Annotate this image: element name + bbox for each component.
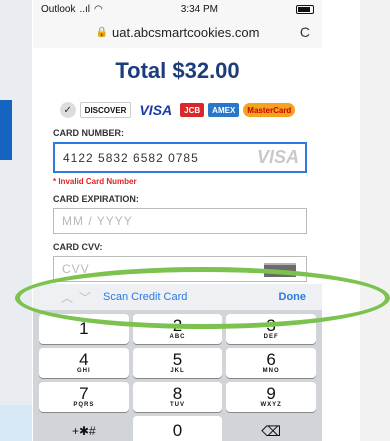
key-letters: DEF	[263, 334, 279, 340]
key-7[interactable]: 7 PQRS	[39, 382, 129, 412]
key-9[interactable]: 9 WXYZ	[226, 382, 316, 412]
previous-field-icon[interactable]: ︿	[61, 289, 73, 306]
background-right-panel	[360, 0, 390, 441]
card-number-label: CARD NUMBER:	[53, 128, 124, 138]
key-4[interactable]: 4 GHI	[39, 348, 129, 378]
key-8[interactable]: 8 TUV	[132, 382, 223, 412]
order-total: Total $32.00	[115, 58, 240, 83]
card-expiration-input[interactable]: MM / YYYY	[53, 208, 307, 234]
card-number-error: * Invalid Card Number	[53, 177, 137, 186]
status-time: 3:34 PM	[180, 3, 218, 15]
card-expiration-placeholder: MM / YYYY	[62, 214, 133, 228]
card-brand-visa-icon: VISA	[256, 147, 299, 167]
key-digit: 9	[266, 384, 276, 403]
key-6[interactable]: 6 MNO	[226, 348, 316, 378]
key-letters: PQRS	[73, 402, 95, 408]
keyboard-accessory-bar: ︿ ﹀ Scan Credit Card Done	[33, 284, 322, 310]
done-button[interactable]: Done	[279, 291, 307, 303]
key-symbols[interactable]: +✱#	[39, 416, 129, 441]
key-digit: 3	[266, 316, 276, 335]
key-letters: WXYZ	[260, 402, 282, 408]
battery-icon	[295, 4, 314, 14]
background-left-panel	[0, 0, 32, 441]
url-domain: uat.abcsmartcookies.com	[112, 24, 260, 40]
scan-credit-card-button[interactable]: Scan Credit Card	[103, 291, 187, 303]
card-cvv-label: CARD CVV:	[53, 242, 103, 252]
outlook-back-link[interactable]: Outlook	[41, 4, 75, 15]
key-digit: 1	[79, 319, 89, 338]
key-letters: MNO	[262, 368, 280, 374]
phone-screen: Outlook ..ıl ◠ 3:34 PM 🔒 uat.abcsmartcoo…	[33, 0, 322, 441]
cvv-card-icon	[264, 263, 296, 277]
accepted-cards: ✓ DISCOVER VISA JCB AMEX MasterCard	[33, 102, 322, 118]
wifi-icon: ◠	[94, 3, 103, 15]
key-digit: 7	[79, 384, 89, 403]
card-number-value: 4122 5832 6582 0785	[63, 150, 199, 165]
url-bar[interactable]: 🔒 uat.abcsmartcookies.com C	[45, 21, 310, 43]
key-digit: 0	[172, 421, 183, 440]
card-number-input[interactable]: 4122 5832 6582 0785 VISA	[53, 142, 307, 173]
key-1[interactable]: 1	[39, 314, 129, 344]
card-expiration-label: CARD EXPIRATION:	[53, 194, 139, 204]
lock-icon: 🔒	[95, 26, 109, 38]
signal-icon: ..ıl	[79, 3, 91, 15]
key-0[interactable]: 0	[132, 416, 223, 441]
key-letters: ABC	[169, 334, 186, 340]
key-digit: 8	[172, 384, 183, 403]
amex-logo: AMEX	[208, 103, 240, 117]
card-cvv-input[interactable]: CVV	[53, 256, 307, 282]
background-bottom-strip	[0, 405, 32, 441]
key-5[interactable]: 5 JKL	[132, 348, 223, 378]
numeric-keypad: 1 2 ABC 3 DEF 4 GHI 5 JKL 6 MNO 7 PQRS 8 TUV 9W…	[33, 310, 322, 441]
status-bar: Outlook ..ıl ◠ 3:34 PM	[33, 0, 322, 18]
key-digit: +✱#	[71, 424, 96, 438]
key-letters: TUV	[169, 402, 185, 408]
backspace-key[interactable]: ⌫	[226, 416, 316, 441]
key-3[interactable]: 3 DEF	[226, 314, 316, 344]
key-digit: 6	[266, 350, 276, 369]
reload-icon[interactable]: C	[300, 24, 310, 40]
key-letters: GHI	[76, 368, 91, 374]
payment-form: Total $32.00 ✓ DISCOVER VISA JCB AMEX Ma…	[33, 48, 322, 284]
key-letters: JKL	[170, 368, 185, 374]
discover-logo: DISCOVER	[79, 102, 132, 118]
key-digit: 4	[79, 350, 89, 369]
mastercard-logo: MasterCard	[243, 103, 296, 117]
key-digit: 5	[172, 350, 183, 369]
jcb-logo: JCB	[180, 103, 205, 117]
key-2[interactable]: 2 ABC	[132, 314, 223, 344]
backspace-icon: ⌫	[261, 423, 282, 439]
visa-logo: VISA	[139, 102, 173, 118]
next-field-icon[interactable]: ﹀	[79, 289, 91, 306]
shield-icon: ✓	[59, 102, 76, 118]
background-blue-strip	[0, 100, 12, 160]
card-cvv-placeholder: CVV	[62, 262, 90, 276]
key-digit: 2	[172, 316, 183, 335]
